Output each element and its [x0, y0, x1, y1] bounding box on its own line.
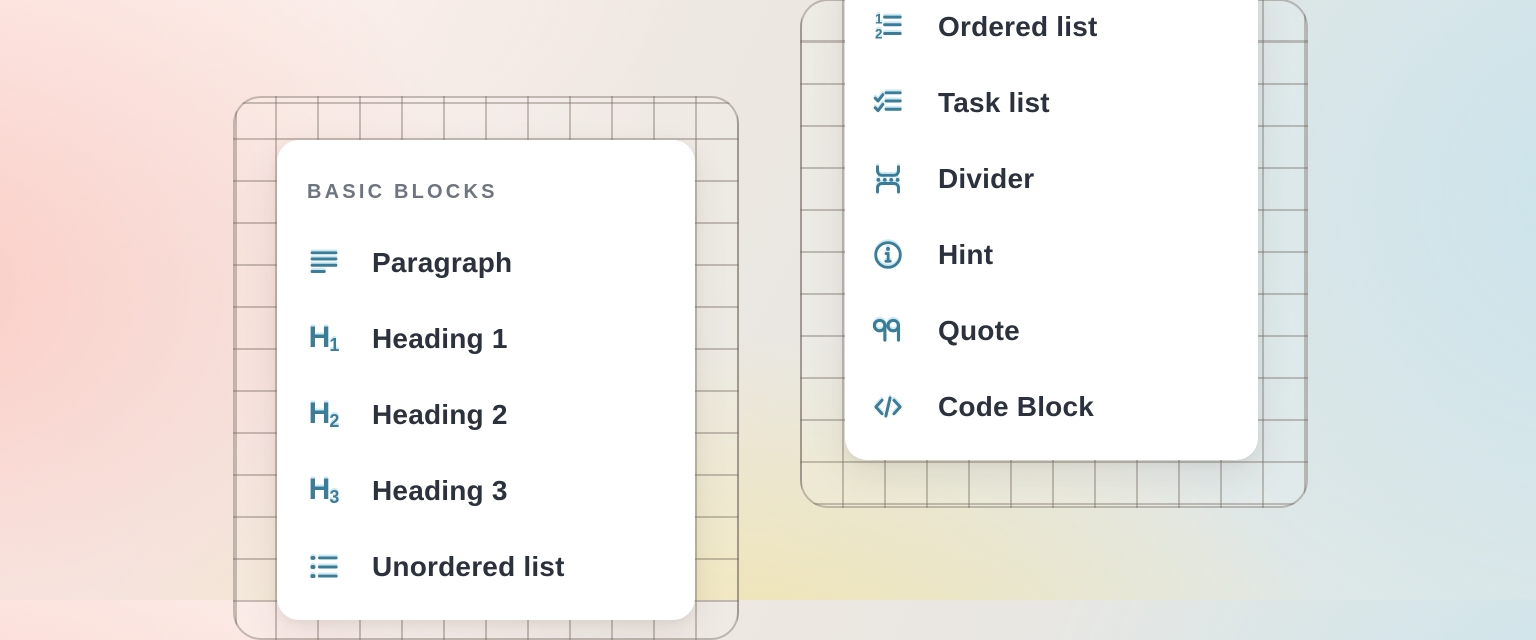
- menu-item-hint[interactable]: Hint: [845, 217, 1258, 293]
- blocks-menu-continued: 1 2 Ordered list Task list: [845, 0, 1258, 460]
- menu-item-label: Quote: [938, 315, 1020, 347]
- menu-item-paragraph[interactable]: Paragraph: [277, 225, 695, 301]
- ordered-list-icon: 1 2: [870, 9, 906, 45]
- heading-2-icon: H2: [306, 397, 342, 433]
- menu-item-ordered-list[interactable]: 1 2 Ordered list: [845, 0, 1258, 65]
- basic-blocks-menu: BASIC BLOCKS Paragraph H1 Heading 1 H2: [277, 140, 695, 620]
- menu-item-label: Heading 2: [372, 399, 508, 431]
- menu-item-divider[interactable]: Divider: [845, 141, 1258, 217]
- task-list-icon: [870, 85, 906, 121]
- basic-blocks-title: BASIC BLOCKS: [307, 182, 695, 202]
- menu-item-heading-2[interactable]: H2 Heading 2: [277, 377, 695, 453]
- menu-item-task-list[interactable]: Task list: [845, 65, 1258, 141]
- blocks-list: 1 2 Ordered list Task list: [845, 0, 1258, 445]
- menu-item-label: Heading 3: [372, 475, 508, 507]
- heading-1-icon: H1: [306, 321, 342, 357]
- basic-blocks-list: Paragraph H1 Heading 1 H2 Heading 2 H3 H…: [277, 225, 695, 605]
- menu-item-label: Task list: [938, 87, 1050, 119]
- unordered-list-icon: [306, 549, 342, 585]
- hint-icon: [870, 237, 906, 273]
- menu-item-label: Heading 1: [372, 323, 508, 355]
- divider-icon: [870, 161, 906, 197]
- menu-item-label: Hint: [938, 239, 993, 271]
- menu-item-label: Code Block: [938, 391, 1094, 423]
- menu-item-label: Ordered list: [938, 11, 1098, 43]
- menu-item-heading-3[interactable]: H3 Heading 3: [277, 453, 695, 529]
- menu-item-heading-1[interactable]: H1 Heading 1: [277, 301, 695, 377]
- menu-item-unordered-list[interactable]: Unordered list: [277, 529, 695, 605]
- menu-item-quote[interactable]: Quote: [845, 293, 1258, 369]
- svg-text:1: 1: [875, 12, 883, 27]
- menu-item-label: Unordered list: [372, 551, 565, 583]
- svg-text:2: 2: [875, 27, 882, 42]
- heading-3-icon: H3: [306, 473, 342, 509]
- code-block-icon: [870, 389, 906, 425]
- quote-icon: [870, 313, 906, 349]
- paragraph-icon: [306, 245, 342, 281]
- menu-item-label: Paragraph: [372, 247, 512, 279]
- menu-item-label: Divider: [938, 163, 1034, 195]
- menu-item-code-block[interactable]: Code Block: [845, 369, 1258, 445]
